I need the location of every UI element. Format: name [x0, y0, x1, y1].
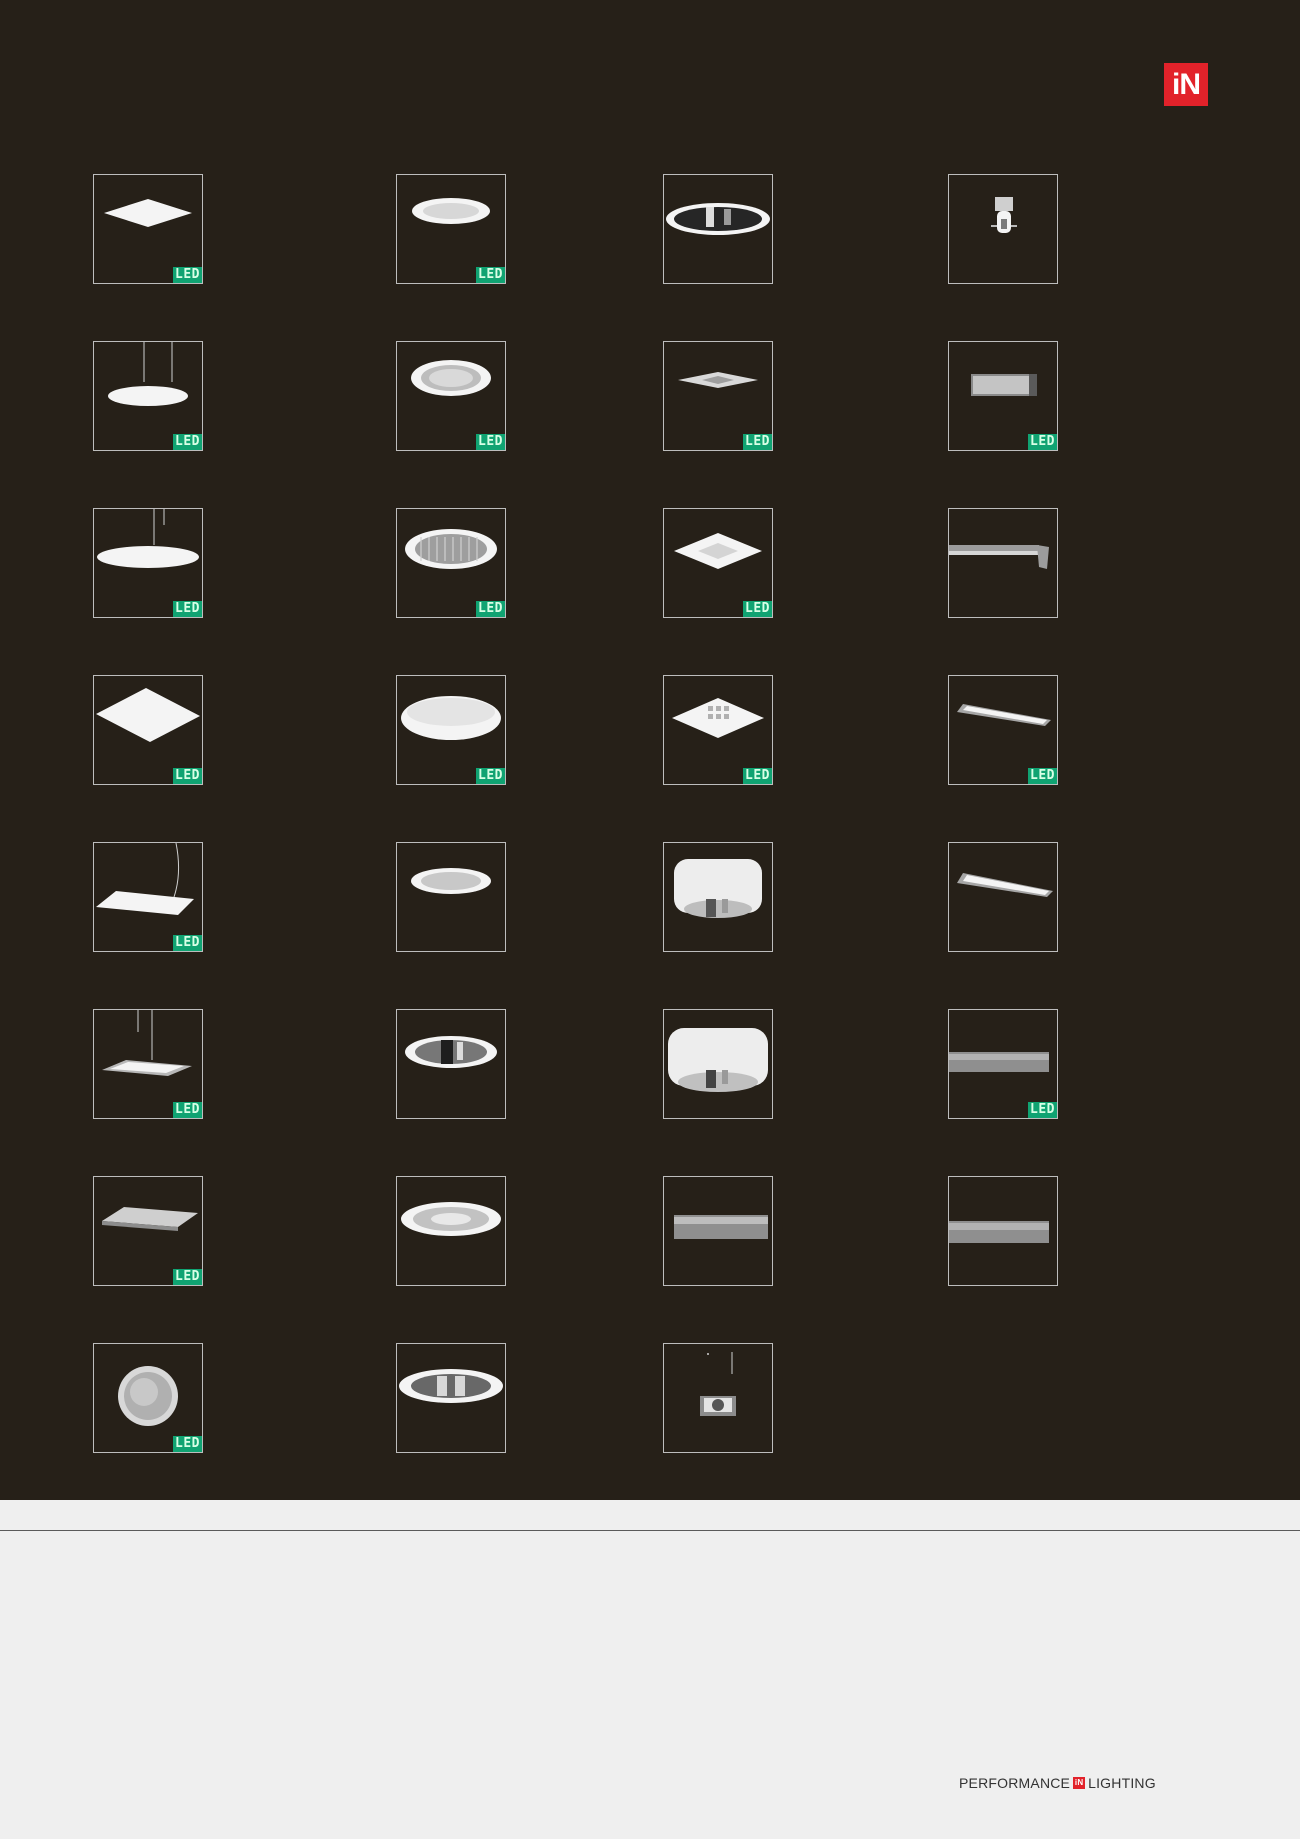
product-tile [396, 842, 506, 952]
footer-left-text: PERFORMANCE [959, 1775, 1071, 1791]
linear-surface-long-icon [957, 873, 1053, 897]
led-badge: LED [173, 434, 202, 450]
led-badge: LED [173, 601, 202, 617]
product-tile: LED [948, 1009, 1058, 1119]
page-divider [0, 1530, 1300, 1531]
led-badge: LED [476, 601, 505, 617]
product-tile [663, 174, 773, 284]
brand-logo: iN [1164, 63, 1208, 106]
product-tile: LED [93, 341, 203, 451]
product-tile: LED [663, 508, 773, 618]
product-tile [396, 1009, 506, 1119]
footer-brand: PERFORMANCE iN LIGHTING [959, 1774, 1156, 1792]
product-tile: LED [948, 675, 1058, 785]
led-badge: LED [173, 1102, 202, 1118]
product-tile: LED [93, 842, 203, 952]
product-tile: LED [948, 341, 1058, 451]
product-tile: LED [663, 341, 773, 451]
product-tile: LED [93, 675, 203, 785]
footer-right-text: LIGHTING [1088, 1775, 1156, 1791]
product-tile [396, 1176, 506, 1286]
product-tile: LED [396, 341, 506, 451]
product-tile [948, 1176, 1058, 1286]
led-badge: LED [173, 768, 202, 784]
led-badge: LED [173, 267, 202, 283]
led-badge: LED [476, 434, 505, 450]
product-tile [663, 1009, 773, 1119]
product-tile [948, 842, 1058, 952]
product-tile [663, 1343, 773, 1453]
wide-downlight-icon [401, 1202, 501, 1236]
led-badge: LED [743, 434, 772, 450]
cylinder-surface-large-icon [668, 1028, 768, 1092]
product-tile: LED [93, 1343, 203, 1453]
spotlight-icon [991, 197, 1017, 233]
reflector-downlight-icon [666, 203, 770, 235]
chrome-downlight-icon [405, 1036, 497, 1068]
led-badge: LED [173, 1436, 202, 1452]
led-badge: LED [1028, 434, 1057, 450]
product-tile [663, 1176, 773, 1286]
product-tile [663, 842, 773, 952]
led-badge: LED [476, 768, 505, 784]
product-tile: LED [93, 1009, 203, 1119]
product-tile: LED [396, 174, 506, 284]
product-tile: LED [93, 508, 203, 618]
led-badge: LED [743, 601, 772, 617]
led-badge: LED [173, 1269, 202, 1285]
led-badge: LED [1028, 768, 1057, 784]
product-tile: LED [93, 1176, 203, 1286]
product-tile: LED [663, 675, 773, 785]
product-tile: LED [396, 675, 506, 785]
product-tile [396, 1343, 506, 1453]
linear-wall-bracket-icon [949, 545, 1049, 569]
slim-downlight-icon [411, 868, 491, 894]
product-tile: LED [93, 174, 203, 284]
led-badge: LED [173, 935, 202, 951]
product-tile [948, 508, 1058, 618]
product-tile: LED [396, 508, 506, 618]
led-badge: LED [743, 768, 772, 784]
suspended-spot-icon [700, 1352, 736, 1416]
cylinder-surface-icon [674, 859, 762, 918]
twin-reflector-downlight-icon [399, 1369, 503, 1403]
footer-logo-mark: iN [1073, 1777, 1086, 1789]
product-tile [948, 174, 1058, 284]
led-badge: LED [476, 267, 505, 283]
led-badge: LED [1028, 1102, 1057, 1118]
linear-tube-icon [674, 1215, 768, 1239]
linear-batten-plain-icon [949, 1221, 1049, 1243]
